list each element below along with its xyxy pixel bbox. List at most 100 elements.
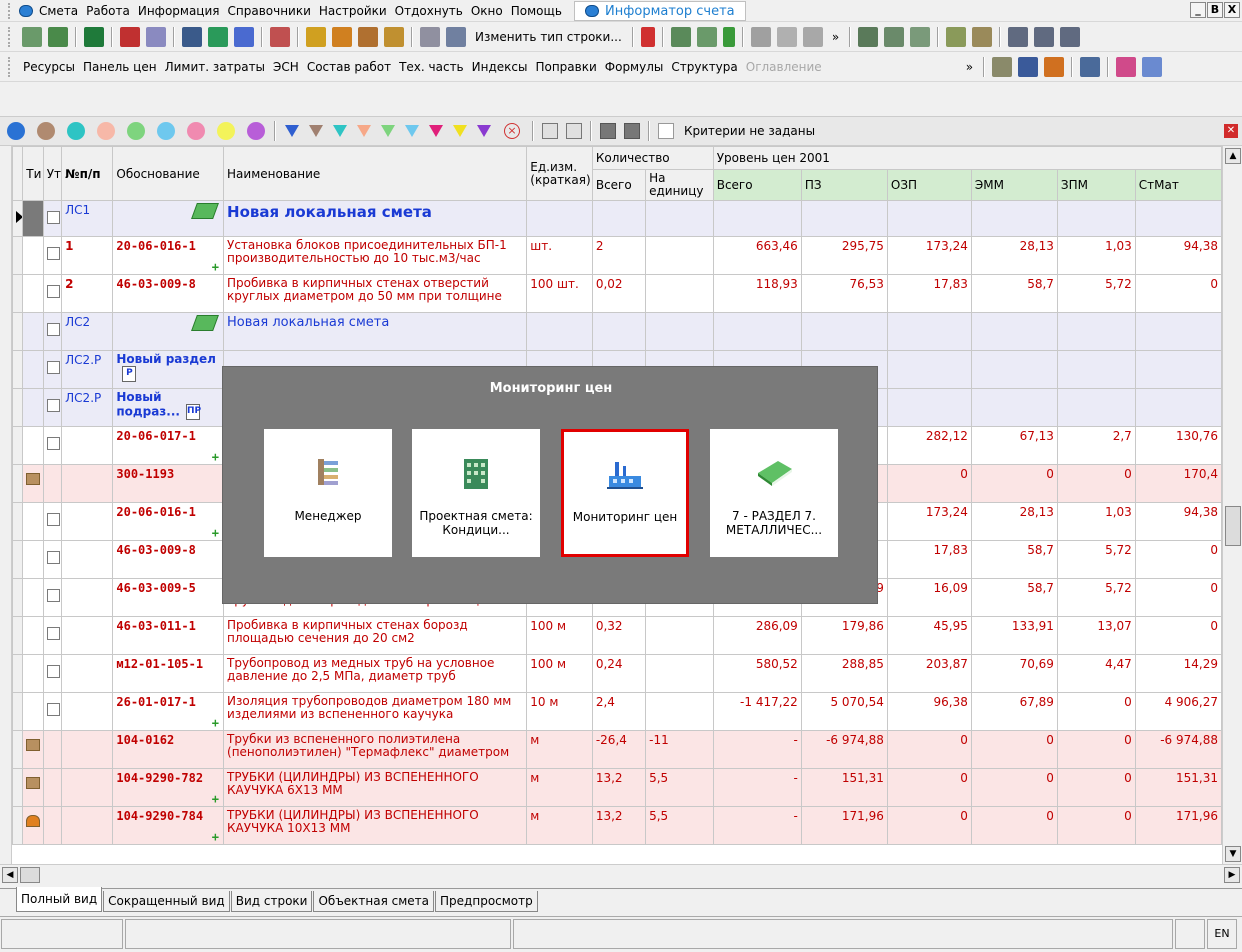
header-ut[interactable]: Ут xyxy=(42,146,63,201)
calc-icon[interactable] xyxy=(270,26,290,47)
row-checkbox[interactable] xyxy=(46,361,60,374)
row-name[interactable]: Пробивка в кирпичных стенах борозд площа… xyxy=(223,616,528,655)
ls-icon[interactable] xyxy=(858,26,879,47)
row-basis[interactable]: 46-03-011-1 xyxy=(112,616,225,655)
tab-preview[interactable]: Предпросмотр xyxy=(435,891,538,912)
criteria-icon[interactable] xyxy=(658,123,674,139)
header-basis[interactable]: Обоснование xyxy=(112,146,225,201)
informer-tab[interactable]: Информатор счета xyxy=(573,0,746,21)
row-basis[interactable]: 104-0162 xyxy=(112,730,225,769)
grip-handle[interactable] xyxy=(8,2,16,19)
table-row[interactable]: ЛС1 Новая локальная смета xyxy=(12,200,1222,237)
row-checkbox-cell[interactable] xyxy=(42,578,63,617)
row-checkbox-cell[interactable] xyxy=(42,236,63,275)
row-name[interactable]: Новая локальная смета xyxy=(223,200,528,237)
row-basis[interactable]: Новый разделР xyxy=(112,350,225,389)
row-checkbox-cell[interactable] xyxy=(42,616,63,655)
color-filter-peach-icon[interactable] xyxy=(97,122,115,140)
menu-otdokhnut[interactable]: Отдохнуть xyxy=(391,4,467,18)
materials-icon[interactable] xyxy=(1044,56,1065,77)
row-checkbox[interactable] xyxy=(46,285,60,298)
car-icon[interactable] xyxy=(1080,56,1101,77)
row-checkbox-cell[interactable] xyxy=(42,388,63,427)
row-name[interactable]: Изоляция трубопроводов диаметром 180 мм … xyxy=(223,692,528,731)
scroll-right-icon[interactable]: ▶ xyxy=(1224,867,1240,883)
move-down-icon[interactable] xyxy=(624,123,640,139)
insert-icon[interactable] xyxy=(670,26,691,47)
table-row[interactable]: 1 20-06-016-1 + Установка блоков присоедини… xyxy=(12,236,1222,275)
hscroll-thumb[interactable] xyxy=(20,867,40,883)
criteria-label[interactable]: Критерии не заданы xyxy=(684,124,815,138)
row-name[interactable]: Трубопровод из медных труб на условное д… xyxy=(223,654,528,693)
scroll-left-icon[interactable]: ◀ xyxy=(2,867,18,883)
row-checkbox[interactable] xyxy=(46,211,60,224)
row-checkbox-cell[interactable] xyxy=(42,692,63,731)
row-indicator[interactable] xyxy=(12,236,24,275)
row-indicator[interactable] xyxy=(12,768,24,807)
menu-informatsiya[interactable]: Информация xyxy=(134,4,224,18)
row-checkbox[interactable] xyxy=(46,551,60,564)
row-checkbox-cell[interactable] xyxy=(42,730,63,769)
menu-spravochniki[interactable]: Справочники xyxy=(224,4,315,18)
panel-resursy[interactable]: Ресурсы xyxy=(19,60,79,74)
row-basis[interactable]: Новый подраз... ПР xyxy=(112,388,225,427)
funnel-magenta-icon[interactable] xyxy=(429,125,443,137)
tab-object-estimate[interactable]: Объектная смета xyxy=(313,891,435,912)
indent-icon[interactable] xyxy=(1008,26,1029,47)
excel-icon[interactable] xyxy=(84,26,104,47)
layers-icon[interactable] xyxy=(1116,56,1137,77)
table-row[interactable]: 104-9290-782 + ТРУБКИ (ЦИЛИНДРЫ) ИЗ ВСПЕНЕ… xyxy=(12,768,1222,807)
row-name[interactable]: Пробивка в кирпичных стенах отверстий кр… xyxy=(223,274,528,313)
row-checkbox-cell[interactable] xyxy=(42,350,63,389)
row-indicator[interactable] xyxy=(12,350,24,389)
row-indicator[interactable] xyxy=(12,388,24,427)
toolbar-grip[interactable] xyxy=(8,26,16,47)
close-filter-icon[interactable]: ✕ xyxy=(1224,124,1238,138)
row-name[interactable]: ТРУБКИ (ЦИЛИНДРЫ) ИЗ ВСПЕНЕННОГО КАУЧУКА… xyxy=(223,806,528,845)
menu-okno[interactable]: Окно xyxy=(467,4,507,18)
color-filter-blue-icon[interactable] xyxy=(7,122,25,140)
scroll-thumb[interactable] xyxy=(1225,506,1241,546)
close-button[interactable]: X xyxy=(1224,2,1240,18)
row-name[interactable]: ТРУБКИ (ЦИЛИНДРЫ) ИЗ ВСПЕНЕННОГО КАУЧУКА… xyxy=(223,768,528,807)
header-price-level[interactable]: Уровень цен 2001 xyxy=(712,146,1222,170)
minimize-button[interactable]: _ xyxy=(1190,2,1206,18)
table-row[interactable]: 2 46-03-009-8 Пробивка в кирпичных стенах … xyxy=(12,274,1222,313)
row-indicator[interactable] xyxy=(12,806,24,845)
funnel-sky-icon[interactable] xyxy=(405,125,419,137)
row-indicator[interactable] xyxy=(12,502,24,541)
row-checkbox[interactable] xyxy=(46,399,60,412)
funnel-blue-icon[interactable] xyxy=(285,125,299,137)
scroll-up-icon[interactable]: ▲ xyxy=(1225,148,1241,164)
header-col-pz[interactable]: ПЗ xyxy=(800,169,888,201)
header-col-emm[interactable]: ЭММ xyxy=(970,169,1058,201)
menu-pomoshch[interactable]: Помощь xyxy=(507,4,566,18)
row-checkbox-cell[interactable] xyxy=(42,312,63,351)
resource-icon[interactable] xyxy=(332,26,352,47)
header-qty[interactable]: Количество xyxy=(591,146,714,170)
cut-icon[interactable] xyxy=(750,26,771,47)
row-checkbox[interactable] xyxy=(46,513,60,526)
menu-nastroyki[interactable]: Настройки xyxy=(315,4,391,18)
change-row-type-button[interactable]: Изменить тип строки... xyxy=(475,30,622,44)
header-qty-unit[interactable]: На единицу xyxy=(645,169,714,201)
unmark-icon[interactable] xyxy=(972,26,993,47)
search-icon[interactable] xyxy=(146,26,166,47)
row-checkbox-cell[interactable] xyxy=(42,768,63,807)
row-basis[interactable]: 300-1193 xyxy=(112,464,225,503)
row-checkbox[interactable] xyxy=(46,437,60,450)
row-basis[interactable] xyxy=(112,200,225,237)
row-indicator[interactable] xyxy=(12,730,24,769)
row-checkbox[interactable] xyxy=(46,703,60,716)
panel-tsen[interactable]: Панель цен xyxy=(79,60,161,74)
funnel-peach-icon[interactable] xyxy=(357,125,371,137)
tools-icon[interactable] xyxy=(992,56,1013,77)
collapse-all-icon[interactable] xyxy=(566,123,582,139)
row-indicator[interactable] xyxy=(12,692,24,731)
menu-smeta[interactable]: Смета xyxy=(35,4,82,18)
tab-full-view[interactable]: Полный вид xyxy=(16,887,103,912)
scroll-down-icon[interactable]: ▼ xyxy=(1225,846,1241,862)
tab-short-view[interactable]: Сокращенный вид xyxy=(103,891,230,912)
header-ti[interactable]: Ти xyxy=(22,146,44,201)
row-indicator[interactable] xyxy=(12,312,24,351)
